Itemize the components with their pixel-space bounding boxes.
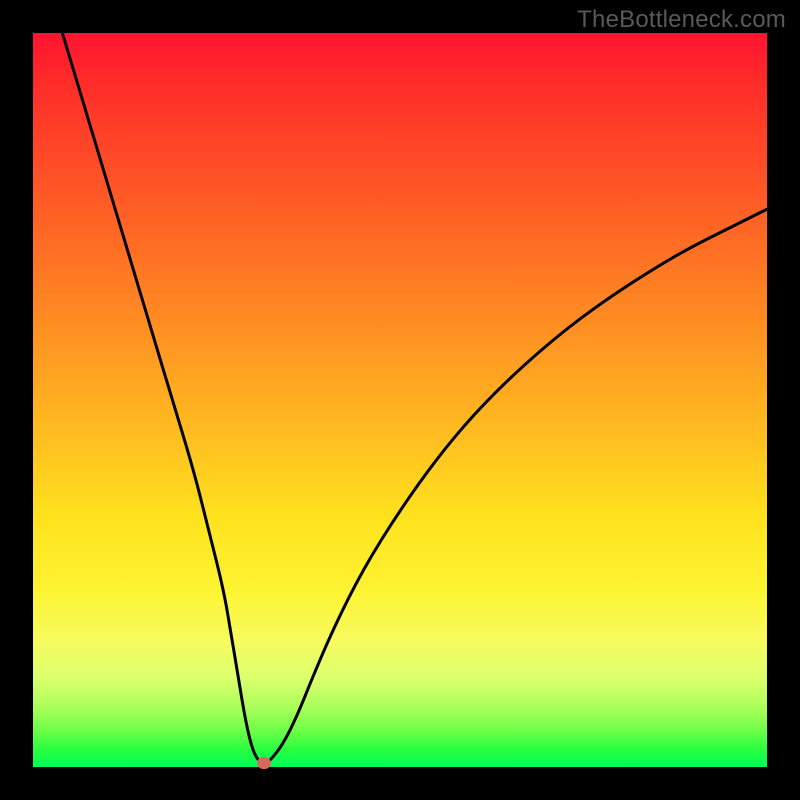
plot-area	[33, 33, 767, 767]
bottleneck-curve	[62, 33, 767, 763]
watermark-text: TheBottleneck.com	[577, 6, 786, 34]
curve-svg	[33, 33, 767, 767]
chart-frame: TheBottleneck.com	[0, 0, 800, 800]
minimum-marker	[257, 757, 271, 769]
